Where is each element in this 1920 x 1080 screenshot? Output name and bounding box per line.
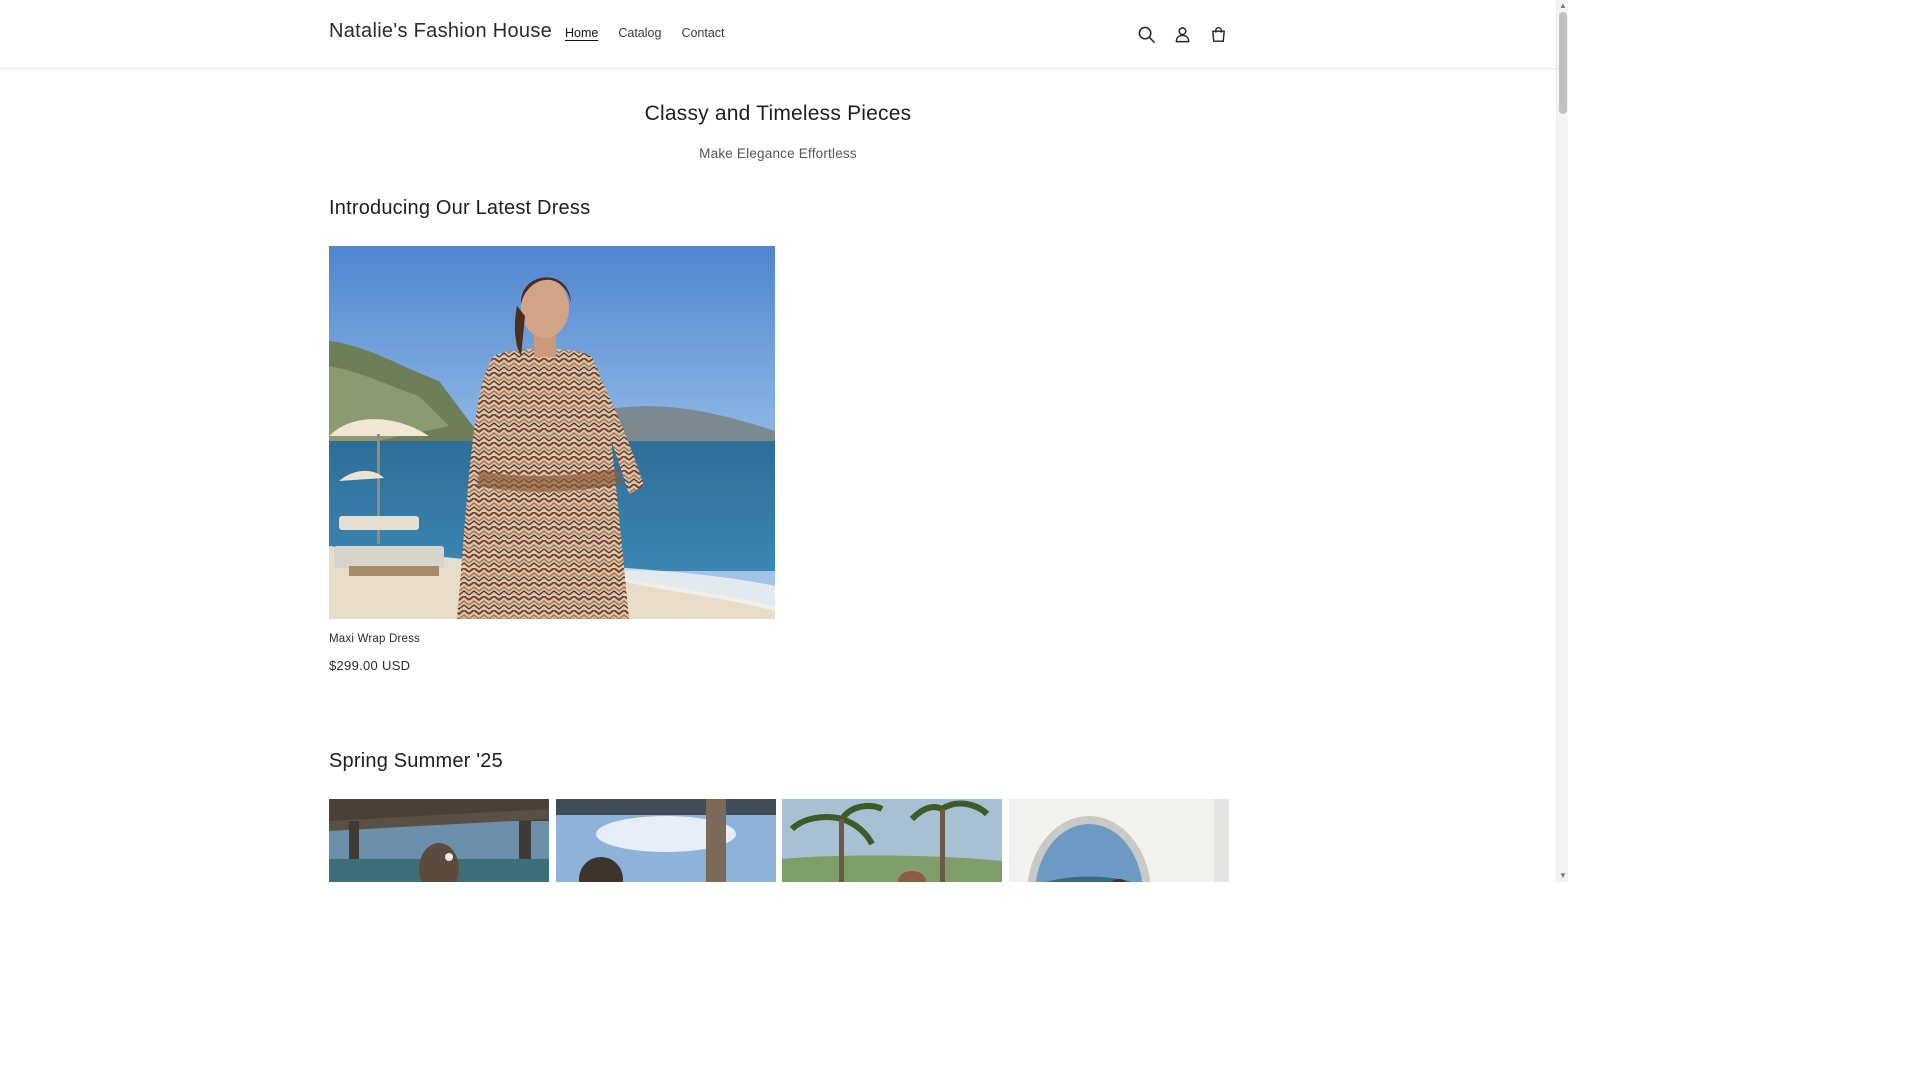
store-logo-link[interactable]: Natalie's Fashion House	[329, 20, 552, 43]
collection-heading: Spring Summer '25	[329, 750, 503, 772]
nav-contact[interactable]: Contact	[681, 26, 724, 40]
site-header: Natalie's Fashion House Home Catalog Con…	[0, 0, 1556, 69]
collection-grid	[329, 799, 1229, 882]
scrollbar-thumb[interactable]	[1559, 12, 1567, 114]
collection-item-4[interactable]	[1008, 799, 1229, 882]
nav-home[interactable]: Home	[565, 26, 598, 40]
scroll-up-arrow-icon[interactable]: ▲	[1559, 2, 1567, 10]
scroll-down-arrow-icon[interactable]: ▼	[1559, 872, 1567, 880]
product-price: $299.00 USD	[329, 658, 411, 673]
nav-catalog[interactable]: Catalog	[618, 26, 661, 40]
hero-title: Classy and Timeless Pieces	[644, 102, 912, 125]
page-scrollbar[interactable]: ▲ ▼	[1556, 0, 1568, 882]
collection-item-2[interactable]	[555, 799, 776, 882]
featured-product-card[interactable]: Maxi Wrap Dress $299.00 USD	[329, 246, 775, 673]
search-icon[interactable]	[1135, 22, 1157, 46]
main-nav: Home Catalog Contact	[565, 26, 725, 40]
featured-heading: Introducing Our Latest Dress	[329, 197, 591, 219]
product-name[interactable]: Maxi Wrap Dress	[329, 633, 775, 645]
hero-subtitle: Make Elegance Effortless	[699, 146, 857, 161]
featured-product-image[interactable]	[329, 246, 775, 619]
collection-item-3[interactable]	[782, 799, 1002, 882]
cart-icon[interactable]	[1207, 22, 1229, 46]
page: Natalie's Fashion House Home Catalog Con…	[0, 0, 1568, 882]
account-icon[interactable]	[1171, 22, 1193, 46]
collection-item-1[interactable]	[329, 799, 549, 882]
header-icons	[1135, 22, 1229, 46]
